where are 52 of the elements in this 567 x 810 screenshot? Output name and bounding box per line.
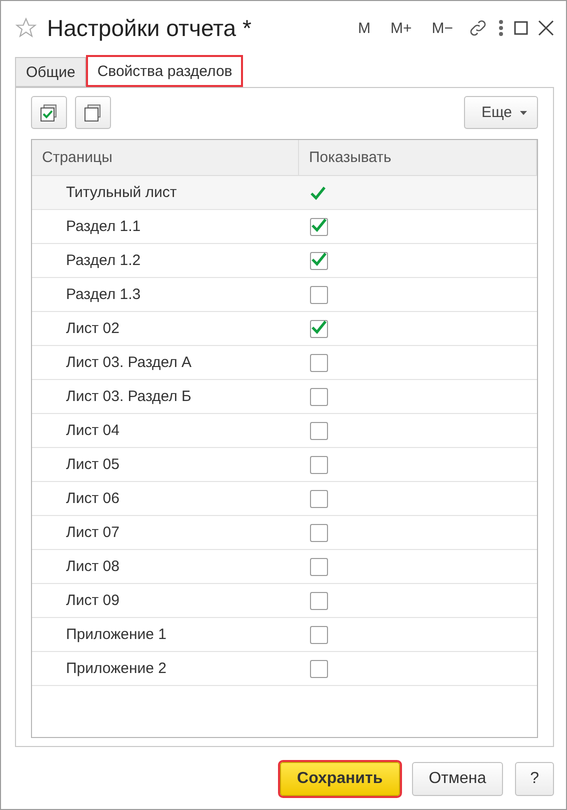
page-name: Приложение 1 [66,626,166,643]
page-name: Лист 08 [66,558,120,575]
page-name: Титульный лист [66,184,177,201]
checkbox[interactable] [310,626,328,644]
pages-icon [84,104,102,122]
memory-button[interactable]: M+ [385,20,417,36]
checkbox[interactable] [310,490,328,508]
tab[interactable]: Общие [15,57,86,87]
window-title: Настройки отчета * [47,14,252,42]
checkbox[interactable] [310,456,328,474]
checkbox[interactable] [310,422,328,440]
page-name: Лист 07 [66,524,120,541]
page-name: Лист 05 [66,456,120,473]
page-name: Раздел 1.2 [66,252,141,269]
caret-icon [520,110,527,114]
page-name: Лист 03. Раздел А [66,354,192,371]
checkbox[interactable] [310,660,328,678]
uncheck-all-button[interactable] [75,96,111,129]
column-header: Показывать [299,140,537,175]
checkbox[interactable] [310,218,328,236]
tab[interactable]: Свойства разделов [86,55,244,87]
checkbox[interactable] [310,252,328,270]
checkbox[interactable] [310,388,328,406]
cancel-button[interactable]: Отмена [412,762,504,796]
page-name: Раздел 1.1 [66,218,141,235]
page-name: Раздел 1.3 [66,286,141,303]
checkbox[interactable] [310,354,328,372]
save-button[interactable]: Сохранить [280,762,400,796]
close-icon[interactable] [538,20,554,36]
checkbox[interactable] [310,320,328,338]
check-icon [310,186,326,200]
page-name: Лист 04 [66,422,120,439]
checkbox[interactable] [310,592,328,610]
more-icon[interactable] [498,19,504,37]
memory-button[interactable]: M− [426,20,458,36]
memory-button[interactable]: M [352,20,376,36]
page-name: Лист 03. Раздел Б [66,388,192,405]
more-button[interactable]: Еще [464,96,538,129]
page-name: Лист 06 [66,490,120,507]
checkbox[interactable] [310,286,328,304]
page-name: Лист 02 [66,320,120,337]
help-button[interactable]: ? [515,762,554,796]
check-all-button[interactable] [31,96,67,129]
checkbox[interactable] [310,558,328,576]
star-icon[interactable] [15,17,37,39]
maximize-icon[interactable] [514,21,528,35]
link-icon[interactable] [468,18,488,38]
page-name: Лист 09 [66,592,120,609]
checkbox[interactable] [310,524,328,542]
column-header: Страницы [32,140,299,175]
checked-pages-icon [40,104,58,122]
page-name: Приложение 2 [66,660,166,677]
